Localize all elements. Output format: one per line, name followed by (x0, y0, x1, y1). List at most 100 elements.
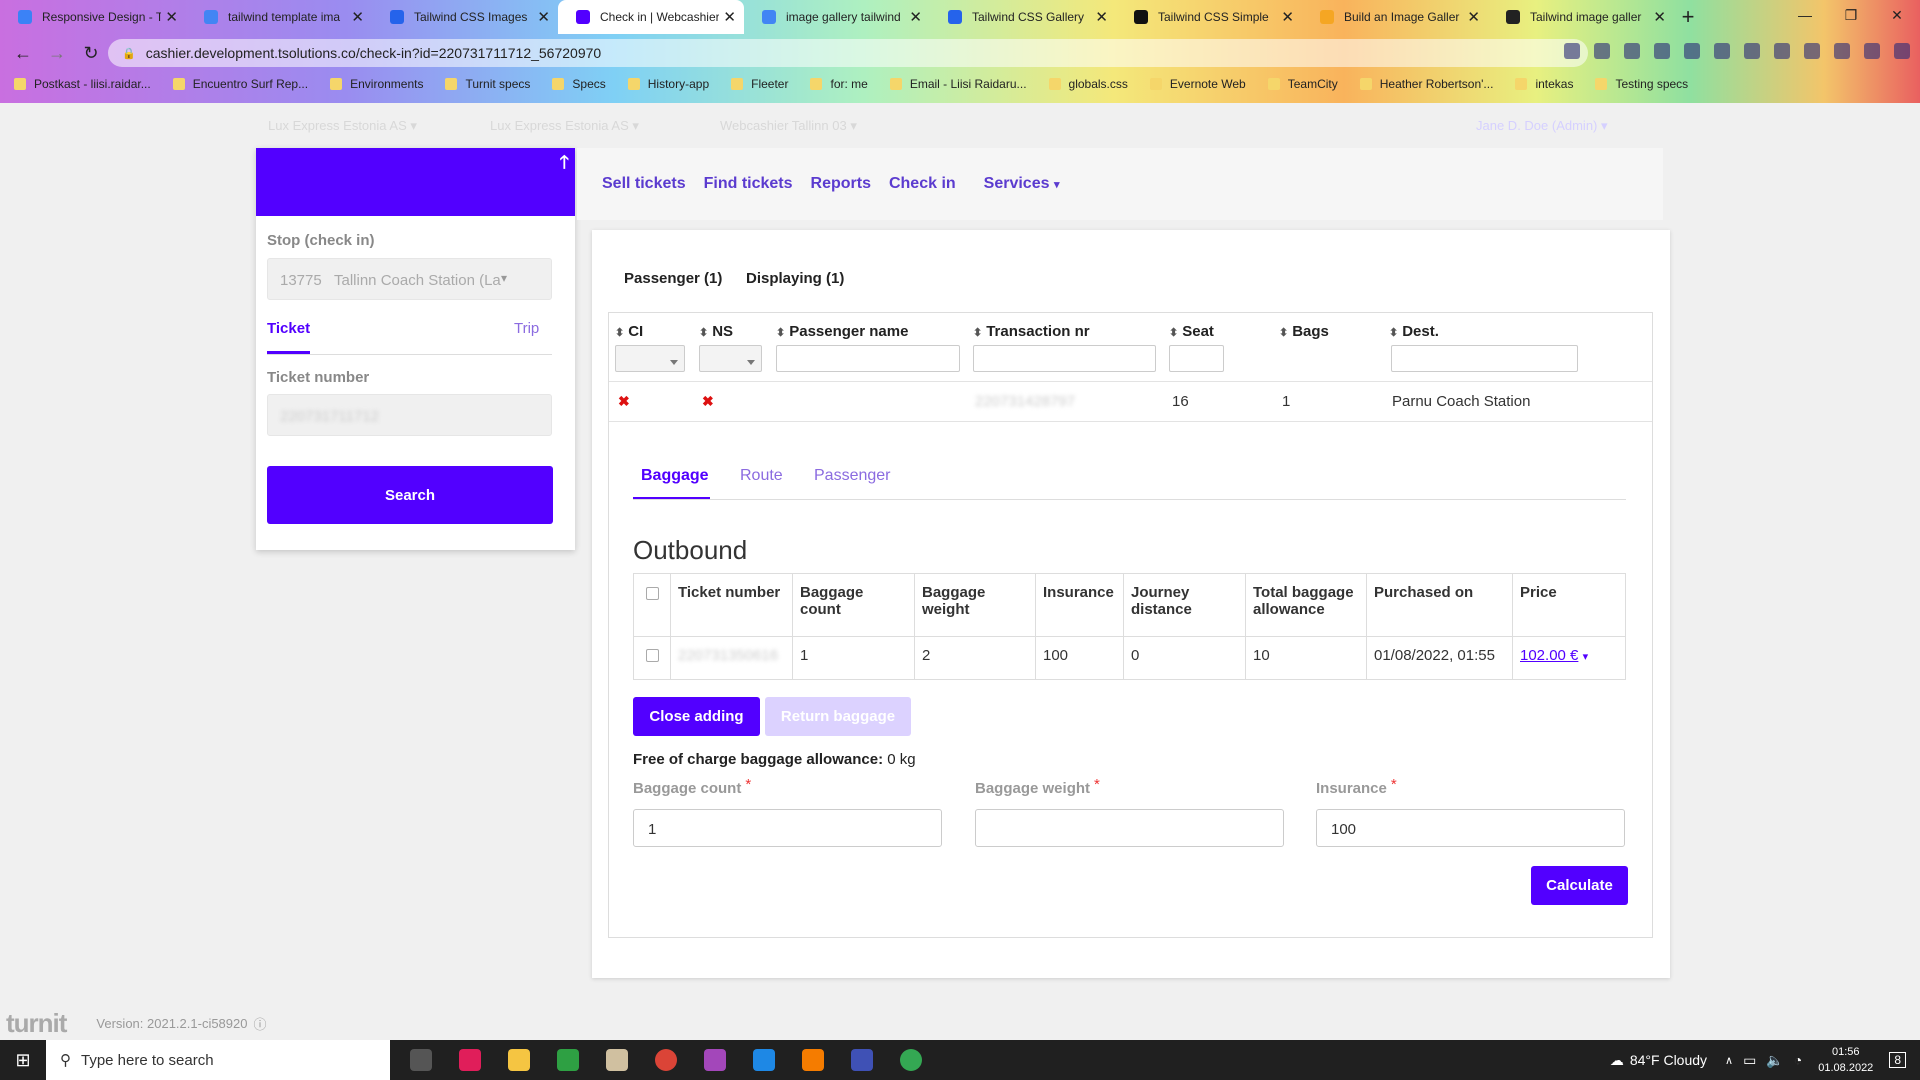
baggage-weight-input[interactable] (975, 809, 1284, 847)
browser-tab[interactable]: Responsive Design - T ✕ (0, 0, 186, 34)
bookmark-item[interactable]: Evernote Web (1149, 77, 1246, 91)
bookmark-item[interactable]: Postkast - liisi.raidar... (14, 77, 151, 91)
extension-icon[interactable] (1714, 43, 1730, 59)
return-baggage-button[interactable]: Return baggage (765, 697, 911, 736)
close-tab-icon[interactable]: ✕ (909, 8, 922, 26)
company-dropdown[interactable]: Lux Express Estonia AS ▾ (268, 118, 417, 134)
new-tab-icon[interactable]: + (1674, 0, 1702, 34)
bookmark-item[interactable]: Fleeter (731, 77, 788, 91)
col-header-seat[interactable]: ⬍ Seat (1169, 323, 1214, 340)
calculate-button[interactable]: Calculate (1531, 866, 1628, 905)
back-icon[interactable]: ← (6, 43, 40, 64)
tab-passenger[interactable]: Passenger (814, 467, 891, 485)
company-dropdown[interactable]: Lux Express Estonia AS ▾ (490, 118, 639, 134)
windows-start-icon[interactable]: ⊞ (0, 1040, 46, 1080)
col-header-dest[interactable]: ⬍ Dest. (1389, 323, 1439, 340)
passenger-count-tab[interactable]: Passenger (1) (624, 270, 722, 287)
app-icon[interactable] (837, 1040, 886, 1080)
bookmark-item[interactable]: Environments (330, 77, 423, 91)
url-bar[interactable]: 🔒 cashier.development.tsolutions.co/chec… (108, 39, 1588, 67)
search-button[interactable]: Search (267, 466, 553, 524)
reload-icon[interactable]: ↻ (74, 43, 108, 64)
app-icon[interactable] (592, 1040, 641, 1080)
nav-check-in[interactable]: Check in (889, 175, 956, 193)
bookmark-item[interactable]: intekas (1515, 77, 1573, 91)
close-tab-icon[interactable]: ✕ (537, 8, 550, 26)
collapse-arrow-icon[interactable]: 🡑 (560, 150, 569, 180)
user-menu[interactable]: Jane D. Doe (Admin) ▾ (1476, 118, 1608, 134)
restore-icon[interactable]: ❐ (1828, 0, 1874, 30)
tab-ticket[interactable]: Ticket (267, 320, 310, 337)
browser-tab[interactable]: Tailwind CSS Images ✕ (372, 0, 558, 34)
app-icon[interactable] (788, 1040, 837, 1080)
close-tab-icon[interactable]: ✕ (1281, 8, 1294, 26)
chrome-icon[interactable] (886, 1040, 935, 1080)
col-header-transaction[interactable]: ⬍ Transaction nr (973, 323, 1090, 340)
close-tab-icon[interactable]: ✕ (165, 8, 178, 26)
nav-find-tickets[interactable]: Find tickets (704, 175, 793, 193)
extension-icon[interactable] (1774, 43, 1790, 59)
row-checkbox[interactable] (645, 649, 659, 662)
nav-reports[interactable]: Reports (811, 175, 871, 193)
cashier-dropdown[interactable]: Webcashier Tallinn 03 ▾ (720, 118, 857, 134)
col-header-passenger-name[interactable]: ⬍ Passenger name (776, 323, 908, 340)
extension-icon[interactable] (1654, 43, 1670, 59)
tab-route[interactable]: Route (740, 467, 783, 485)
ns-status-x-icon[interactable]: ✖ (702, 393, 714, 410)
browser-tab[interactable]: image gallery tailwind ✕ (744, 0, 930, 34)
ci-filter-select[interactable] (615, 345, 685, 372)
insurance-input[interactable]: 100 (1316, 809, 1625, 847)
close-tab-icon[interactable]: ✕ (723, 8, 736, 26)
browser-tab[interactable]: Tailwind image galler ✕ (1488, 0, 1674, 34)
ci-status-x-icon[interactable]: ✖ (618, 393, 630, 410)
nav-sell-tickets[interactable]: Sell tickets (602, 175, 686, 193)
close-window-icon[interactable]: ✕ (1874, 0, 1920, 30)
browser-tab[interactable]: Build an Image Galler ✕ (1302, 0, 1488, 34)
info-icon[interactable]: ⓘ (253, 1014, 266, 1033)
passenger-name-filter[interactable] (776, 345, 960, 372)
ns-filter-select[interactable] (699, 345, 762, 372)
bookmark-item[interactable]: Testing specs (1595, 77, 1688, 91)
extension-icon[interactable] (1744, 43, 1760, 59)
slack-icon[interactable] (445, 1040, 494, 1080)
chrome-icon[interactable] (641, 1040, 690, 1080)
volume-icon[interactable]: 🔈 (1766, 1052, 1783, 1069)
seat-filter[interactable] (1169, 345, 1224, 372)
notification-icon[interactable]: 8 (1889, 1052, 1906, 1068)
ticket-number-input[interactable]: 220731711712 (267, 394, 552, 436)
zoom-icon[interactable] (1564, 43, 1580, 59)
taskbar-search[interactable]: ⚲ Type here to search (46, 1040, 390, 1080)
stop-select[interactable]: 13775 Tallinn Coach Station (La ▾ (267, 258, 552, 300)
browser-tab[interactable]: Check in | Webcashier ✕ (558, 0, 744, 34)
git-icon[interactable] (543, 1040, 592, 1080)
close-tab-icon[interactable]: ✕ (1095, 8, 1108, 26)
col-header-bags[interactable]: ⬍ Bags (1279, 323, 1329, 340)
star-icon[interactable] (1624, 43, 1640, 59)
minimize-icon[interactable]: — (1782, 0, 1828, 30)
close-tab-icon[interactable]: ✕ (1653, 8, 1666, 26)
select-all-checkbox[interactable] (645, 587, 659, 600)
bookmark-item[interactable]: TeamCity (1267, 77, 1338, 91)
sidepanel-icon[interactable] (1834, 43, 1850, 59)
browser-tab[interactable]: tailwind template ima ✕ (186, 0, 372, 34)
nav-services[interactable]: Services ▾ (984, 175, 1060, 193)
baggage-count-input[interactable]: 1 (633, 809, 942, 847)
bookmark-item[interactable]: for: me (810, 77, 868, 91)
tab-trip[interactable]: Trip (514, 320, 539, 337)
file-explorer-icon[interactable] (494, 1040, 543, 1080)
col-header-ns[interactable]: ⬍ NS (699, 323, 733, 340)
browser-tab[interactable]: Tailwind CSS Simple ✕ (1116, 0, 1302, 34)
bookmark-item[interactable]: Email - Liisi Raidaru... (889, 77, 1027, 91)
chevron-up-icon[interactable]: ∧ (1725, 1054, 1733, 1067)
browser-tab[interactable]: Tailwind CSS Gallery ✕ (930, 0, 1116, 34)
close-tab-icon[interactable]: ✕ (351, 8, 364, 26)
price-link[interactable]: 102.00 € (1520, 647, 1578, 664)
profile-icon[interactable] (1864, 43, 1880, 59)
wifi-icon[interactable]: ◔ (1794, 1052, 1802, 1068)
transaction-filter[interactable] (973, 345, 1156, 372)
clock[interactable]: 01:56 01.08.2022 (1818, 1044, 1873, 1076)
battery-icon[interactable]: ▭ (1743, 1052, 1756, 1069)
bookmark-item[interactable]: History-app (627, 77, 709, 91)
caret-down-icon[interactable]: ▾ (1583, 651, 1589, 663)
bookmark-item[interactable]: Encuentro Surf Rep... (172, 77, 308, 91)
